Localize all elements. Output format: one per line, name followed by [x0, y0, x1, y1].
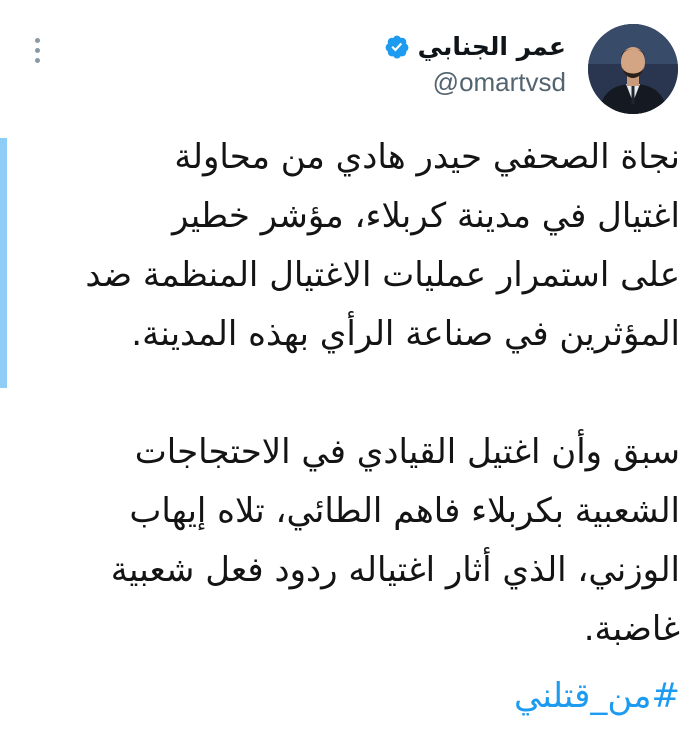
thread-indicator-bar: [0, 138, 7, 388]
text-line: الوزني، الذي أثار اغتياله ردود فعل شعبية: [110, 550, 680, 590]
tweet-paragraph-2: سبق وأن اغتيل القيادي في الاحتجاجات الشع…: [30, 423, 680, 659]
author-handle[interactable]: @omartvsd: [384, 67, 566, 98]
text-line: المؤثرين في صناعة الرأي بهذه المدينة.: [131, 314, 680, 354]
tweet-card: عمر الجنابي @omartvsd نجاة الصحفي حيدر ه…: [0, 0, 700, 739]
tweet-text: نجاة الصحفي حيدر هادي من محاولة اغتيال ف…: [30, 128, 680, 659]
avatar-portrait-icon: [588, 24, 678, 114]
text-line: الشعبية بكربلاء فاهم الطائي، تلاه إيهاب: [129, 491, 680, 531]
text-line: سبق وأن اغتيل القيادي في الاحتجاجات: [134, 432, 680, 472]
tweet-paragraph-1: نجاة الصحفي حيدر هادي من محاولة اغتيال ف…: [30, 128, 680, 364]
text-line: نجاة الصحفي حيدر هادي من محاولة: [174, 137, 680, 177]
tweet-header: عمر الجنابي @omartvsd: [22, 18, 678, 118]
author-names: عمر الجنابي @omartvsd: [384, 32, 566, 98]
text-line: على استمرار عمليات الاغتيال المنظمة ضد: [85, 255, 680, 295]
display-name-row: عمر الجنابي: [384, 32, 566, 61]
verified-badge-icon: [385, 35, 409, 58]
author-display-name[interactable]: عمر الجنابي: [418, 32, 566, 61]
more-options-icon[interactable]: [32, 38, 42, 70]
text-line: غاضبة.: [583, 609, 680, 649]
hashtag-link[interactable]: #من_قتلني: [514, 676, 680, 716]
avatar[interactable]: [588, 24, 678, 114]
text-line: اغتيال في مدينة كربلاء، مؤشر خطير: [171, 196, 680, 236]
